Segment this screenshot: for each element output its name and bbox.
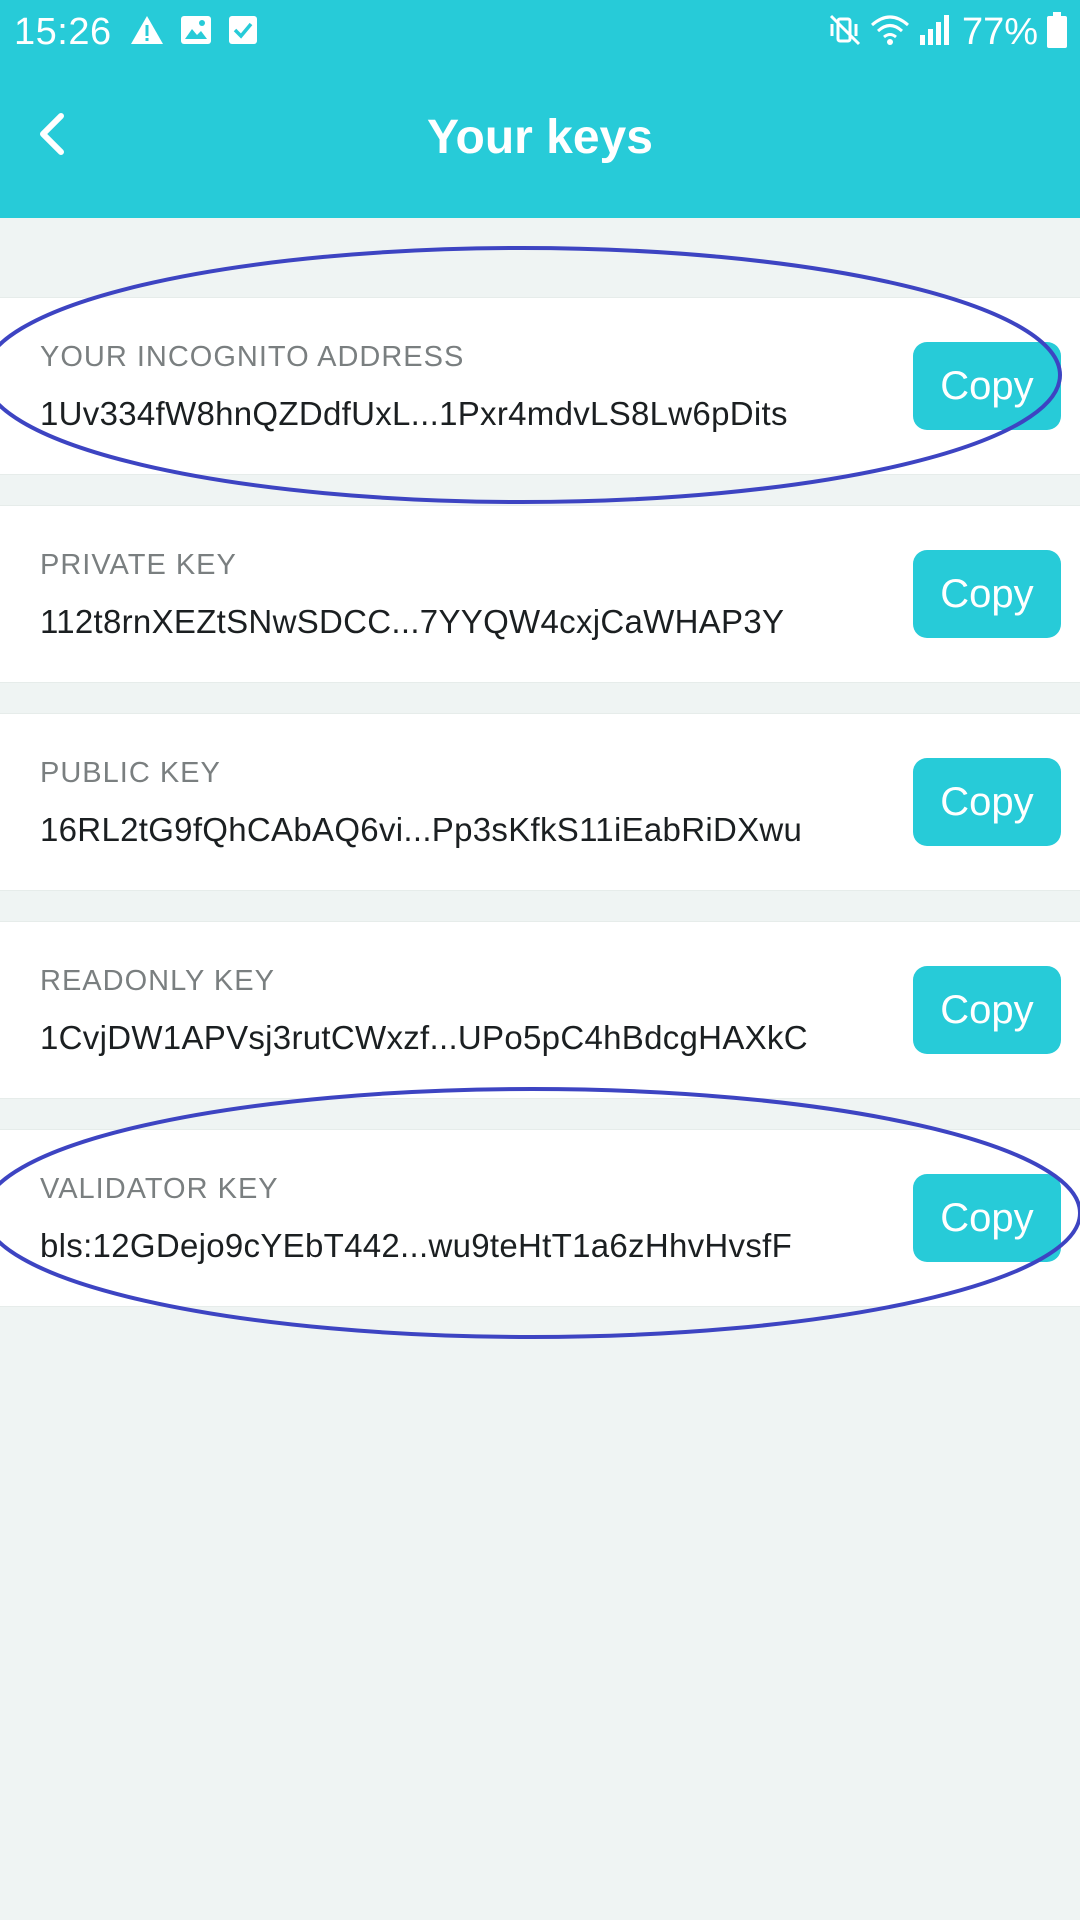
key-value: 16RL2tG9fQhCAbAQ6vi...Pp3sKfkS11iEabRiDX… [40,811,803,848]
key-row-validator-key: VALIDATOR KEY bls:12GDejo9cYEbT442...wu9… [0,1129,1080,1307]
status-time: 15:26 [14,11,112,53]
status-system-icons: 77% [828,10,1068,54]
copy-private-key-button[interactable]: Copy [913,550,1061,638]
copy-readonly-key-button[interactable]: Copy [913,966,1061,1054]
key-value: 1Uv334fW8hnQZDdfUxL...1Pxr4mdvLS8Lw6pDit… [40,395,788,432]
signal-icon [918,13,950,52]
key-row-public-key: PUBLIC KEY 16RL2tG9fQhCAbAQ6vi...Pp3sKfk… [0,713,1080,891]
key-label: YOUR INCOGNITO ADDRESS [40,341,465,373]
status-notification-icons [130,13,258,51]
page-title: Your keys [427,111,653,164]
battery-percentage: 77% [961,11,1038,53]
image-icon [180,15,212,50]
copy-validator-key-button[interactable]: Copy [913,1174,1061,1262]
wifi-icon [870,13,910,52]
key-value: bls:12GDejo9cYEbT442...wu9teHtT1a6zHhvHv… [40,1227,793,1264]
battery-icon [1046,11,1068,54]
key-label: READONLY KEY [40,965,275,997]
status-bar: 15:26 77% [0,0,1080,66]
key-label: VALIDATOR KEY [40,1173,279,1205]
checkbox-icon [228,15,258,50]
key-value: 112t8rnXEZtSNwSDCC...7YYQW4cxjCaWHAP3Y [40,603,785,640]
vibrate-mute-icon [828,13,862,52]
copy-public-key-button[interactable]: Copy [913,758,1061,846]
key-value: 1CvjDW1APVsj3rutCWxzf...UPo5pC4hBdcgHAXk… [40,1019,808,1056]
key-row-private-key: PRIVATE KEY 112t8rnXEZtSNwSDCC...7YYQW4c… [0,505,1080,683]
copy-incognito-address-button[interactable]: Copy [913,342,1061,430]
key-row-incognito-address: YOUR INCOGNITO ADDRESS 1Uv334fW8hnQZDdfU… [0,297,1080,475]
key-row-readonly-key: READONLY KEY 1CvjDW1APVsj3rutCWxzf...UPo… [0,921,1080,1099]
key-label: PUBLIC KEY [40,757,221,789]
warning-icon [130,15,164,50]
app-bar: Your keys [0,66,1080,218]
key-label: PRIVATE KEY [40,549,237,581]
